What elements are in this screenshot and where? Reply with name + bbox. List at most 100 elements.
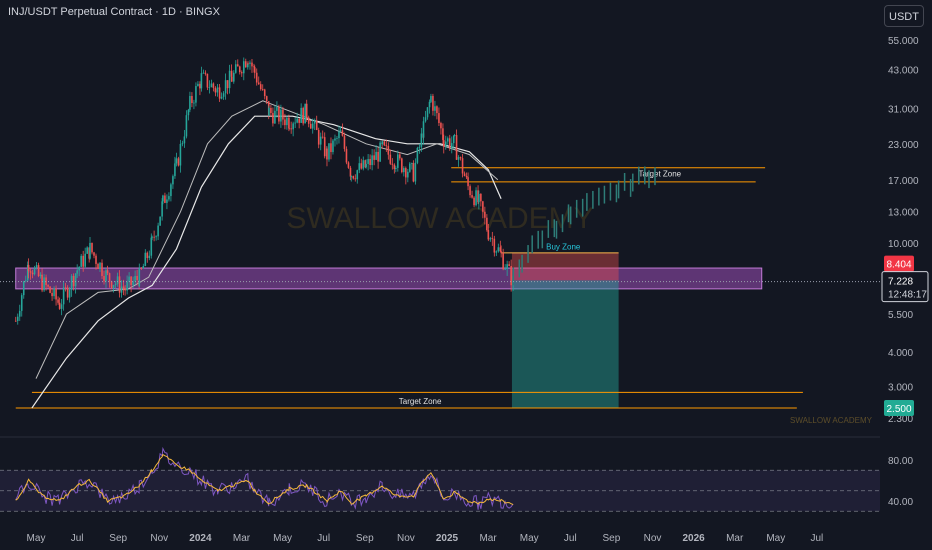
candle xyxy=(214,87,217,93)
candle xyxy=(37,265,40,277)
candle xyxy=(393,164,396,170)
candle xyxy=(210,83,213,88)
candle xyxy=(191,95,193,104)
candle xyxy=(339,130,342,132)
chart-canvas[interactable]: SWALLOW ACADEMY SWALLOW ACADEMY Target Zon… xyxy=(0,0,932,550)
candle xyxy=(179,143,182,166)
x-axis-tick: Nov xyxy=(644,533,662,544)
candle xyxy=(450,143,453,148)
candle xyxy=(187,109,190,116)
candle xyxy=(244,61,247,68)
candle xyxy=(220,96,223,99)
candle xyxy=(302,107,304,124)
y-axis-tick: 31.000 xyxy=(888,104,919,115)
candle xyxy=(200,73,203,89)
x-axis-tick: May xyxy=(520,533,539,544)
candle xyxy=(74,273,77,287)
candle xyxy=(307,117,310,124)
candle xyxy=(204,72,207,74)
candle xyxy=(89,242,91,259)
x-axis-tick: May xyxy=(27,533,46,544)
candle xyxy=(278,106,280,122)
candle xyxy=(202,72,205,74)
candle xyxy=(502,253,504,270)
countdown-label: 12:48:17 xyxy=(888,290,927,301)
candle xyxy=(122,286,125,289)
candle xyxy=(326,148,328,160)
candle xyxy=(319,136,322,145)
candle xyxy=(430,95,432,102)
candle xyxy=(120,286,123,293)
x-axis-tick: May xyxy=(766,533,785,544)
x-axis-tick: Sep xyxy=(356,533,374,544)
candle xyxy=(309,123,312,129)
candle xyxy=(373,155,375,160)
candle xyxy=(166,199,168,203)
y-axis-tick: 55.000 xyxy=(888,36,919,47)
candle xyxy=(467,177,469,187)
candle xyxy=(108,273,111,282)
candle xyxy=(51,292,53,297)
candle xyxy=(66,287,69,298)
candle xyxy=(226,80,229,89)
candle xyxy=(317,130,320,145)
candle xyxy=(347,162,350,168)
candle xyxy=(336,138,338,139)
candle xyxy=(199,83,201,89)
candle xyxy=(486,217,488,231)
candle xyxy=(64,287,67,289)
candle xyxy=(208,87,211,88)
candle xyxy=(282,109,284,120)
candle xyxy=(455,135,458,160)
candle xyxy=(354,178,357,180)
x-axis-tick: Jul xyxy=(564,533,577,544)
candle xyxy=(459,157,462,159)
y-axis-tick: 4.000 xyxy=(888,348,913,359)
candle xyxy=(257,82,260,85)
y-axis-tick: 3.000 xyxy=(888,382,913,393)
candle xyxy=(47,285,49,287)
candle xyxy=(251,62,253,67)
candle xyxy=(300,107,302,123)
candle xyxy=(375,151,377,160)
candle xyxy=(151,236,153,238)
currency-button[interactable]: USDT xyxy=(884,5,924,27)
rsi-axis-tick: 80.00 xyxy=(888,456,913,467)
candle xyxy=(16,316,19,321)
candle xyxy=(183,136,186,144)
candle xyxy=(444,141,447,147)
candle xyxy=(438,113,440,124)
candle xyxy=(99,262,101,270)
x-axis-tick: Jul xyxy=(71,533,84,544)
candle xyxy=(162,195,164,202)
candle xyxy=(255,72,258,83)
candle xyxy=(238,66,241,73)
candle xyxy=(261,89,264,90)
candle xyxy=(218,87,221,99)
candle xyxy=(148,255,151,258)
candle xyxy=(259,84,262,90)
candle xyxy=(43,277,45,291)
candle xyxy=(365,163,367,168)
candle xyxy=(224,80,227,94)
candle xyxy=(236,64,239,67)
candle xyxy=(35,265,38,268)
candle xyxy=(174,163,176,177)
candle xyxy=(240,72,243,74)
x-axis-tick: 2025 xyxy=(436,533,459,544)
candle xyxy=(55,288,57,300)
candle xyxy=(247,63,249,65)
candle xyxy=(304,103,306,124)
candle xyxy=(146,252,149,258)
take-profit-zone xyxy=(511,280,619,408)
candle xyxy=(360,163,363,169)
candle xyxy=(504,268,506,270)
candle xyxy=(144,252,147,266)
candle xyxy=(487,230,490,240)
candle xyxy=(216,87,219,89)
candle xyxy=(14,320,17,322)
candle xyxy=(446,138,449,142)
candle xyxy=(284,119,286,126)
rsi-axis-tick: 40.00 xyxy=(888,497,913,508)
candle xyxy=(153,236,155,238)
